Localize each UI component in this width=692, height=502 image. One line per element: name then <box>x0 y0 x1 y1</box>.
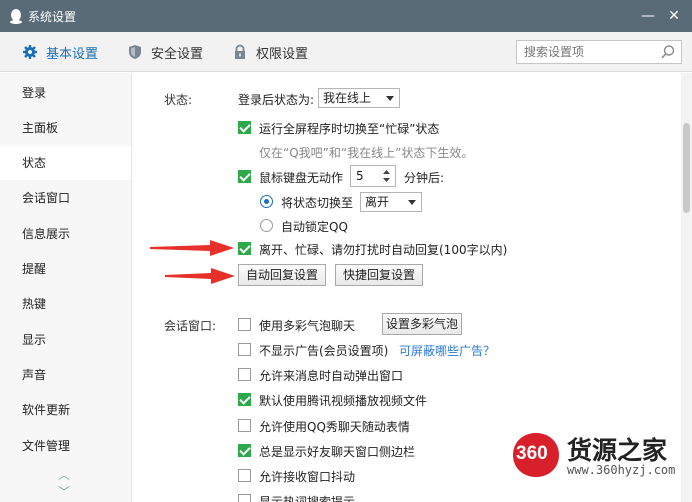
watermark-brand: 货源之家 <box>567 436 668 465</box>
auto-lock-radio[interactable] <box>260 219 273 232</box>
hide-ads-checkbox[interactable] <box>238 343 251 356</box>
multicolor-bubble-label: 使用多彩气泡聊天 <box>259 319 356 333</box>
minimize-button[interactable]: — <box>638 6 658 26</box>
popup-on-message-checkbox[interactable] <box>238 368 251 381</box>
sidebar-item-reminders[interactable]: 提醒 <box>0 252 131 286</box>
qq-penguin-icon <box>10 9 22 24</box>
tab-security-settings[interactable]: 安全设置 <box>127 32 203 72</box>
tab-permission-settings[interactable]: 权限设置 <box>232 32 308 72</box>
sidebar-item-file-management[interactable]: 文件管理 <box>0 429 131 463</box>
sidebar-item-chat-window[interactable]: 会话窗口 <box>0 181 131 215</box>
tab-label: 安全设置 <box>151 46 204 62</box>
login-status-value: 我在线上 <box>323 91 372 105</box>
qq-show-label: 允许使用QQ秀聊天随动表情 <box>259 420 410 434</box>
chat-window-section-label: 会话窗口: <box>164 319 217 333</box>
sidebar-item-software-update[interactable]: 软件更新 <box>0 393 131 427</box>
window-shake-label: 允许接收窗口抖动 <box>259 470 356 484</box>
tab-label: 权限设置 <box>256 46 309 62</box>
sidebar-item-sound[interactable]: 声音 <box>0 358 131 392</box>
sidebar-always-checkbox[interactable] <box>238 444 251 457</box>
fullscreen-busy-note: 仅在“Q我吧”和“我在线上”状态下生效。 <box>259 146 474 160</box>
switch-status-label: 将状态切换至 <box>281 196 354 210</box>
close-button[interactable]: ✕ <box>664 6 684 26</box>
login-status-select[interactable]: 我在线上 <box>318 88 400 108</box>
tencent-video-checkbox[interactable] <box>238 393 251 406</box>
sidebar: 登录 主面板 状态 会话窗口 信息展示 提醒 热键 显示 声音 软件更新 文件管… <box>0 73 132 502</box>
top-navigation: 基本设置 安全设置 权限设置 <box>0 32 692 72</box>
sidebar-item-login[interactable]: 登录 <box>0 76 131 110</box>
idle-minutes-suffix: 分钟后: <box>404 171 445 185</box>
watermark-url: www.360hyzj.com <box>567 463 676 477</box>
login-status-label: 登录后状态为: <box>238 93 315 107</box>
hide-ads-label: 不显示广告(会员设置项) <box>259 344 389 358</box>
idle-label: 鼠标键盘无动作 <box>259 171 344 185</box>
chevron-down-icon <box>386 96 394 101</box>
switch-status-radio[interactable] <box>260 195 273 208</box>
sidebar-item-hotkeys[interactable]: 热键 <box>0 287 131 321</box>
quick-reply-settings-button[interactable]: 快捷回复设置 <box>335 264 423 286</box>
window-title: 系统设置 <box>28 10 77 24</box>
auto-reply-label: 离开、忙碌、请勿打扰时自动回复(100字以内) <box>259 243 508 257</box>
sidebar-scroll-up-button[interactable]: ︿ <box>58 466 70 483</box>
sidebar-always-label: 总是显示好友聊天窗口侧边栏 <box>259 445 416 459</box>
idle-minutes-value: 5 <box>356 169 364 183</box>
red-arrow-icon <box>165 268 235 284</box>
red-arrow-icon <box>150 240 234 256</box>
fullscreen-busy-checkbox[interactable] <box>238 121 251 134</box>
idle-checkbox[interactable] <box>238 170 251 183</box>
sidebar-item-info-display[interactable]: 信息展示 <box>0 217 131 251</box>
multicolor-bubble-checkbox[interactable] <box>238 318 251 331</box>
switch-status-value: 离开 <box>365 195 390 209</box>
title-bar: 系统设置 — ✕ <box>0 0 692 32</box>
hot-words-label: 显示热词搜索提示 <box>259 495 356 502</box>
switch-status-select[interactable]: 离开 <box>360 192 422 212</box>
shield-icon <box>129 45 141 59</box>
multicolor-bubble-settings-button[interactable]: 设置多彩气泡 <box>382 313 462 335</box>
tab-label: 基本设置 <box>46 46 99 62</box>
auto-lock-label: 自动锁定QQ <box>281 220 348 234</box>
sidebar-item-main-panel[interactable]: 主面板 <box>0 111 131 145</box>
search-box[interactable] <box>516 40 682 64</box>
watermark-number: 360 <box>516 443 548 464</box>
stepper-arrows-icon[interactable] <box>382 168 391 184</box>
sidebar-item-display[interactable]: 显示 <box>0 323 131 357</box>
lock-icon <box>235 44 245 59</box>
tab-basic-settings[interactable]: 基本设置 <box>22 32 98 72</box>
chevron-down-icon <box>408 200 416 205</box>
search-icon[interactable] <box>660 44 676 60</box>
sidebar-scroll-down-button[interactable]: ﹀ <box>58 483 70 500</box>
auto-reply-checkbox[interactable] <box>238 242 251 255</box>
fullscreen-busy-label: 运行全屏程序时切换至“忙碌”状态 <box>259 122 440 136</box>
qq-show-checkbox[interactable] <box>238 419 251 432</box>
window-shake-checkbox[interactable] <box>238 469 251 482</box>
gear-icon <box>23 45 37 59</box>
idle-minutes-stepper[interactable]: 5 <box>350 165 396 187</box>
popup-on-message-label: 允许来消息时自动弹出窗口 <box>259 369 404 383</box>
hide-ads-link[interactable]: 可屏蔽哪些广告？ <box>399 342 495 359</box>
auto-reply-settings-button[interactable]: 自动回复设置 <box>238 264 326 286</box>
status-section-label: 状态: <box>164 93 193 107</box>
hot-words-checkbox[interactable] <box>238 494 251 502</box>
scrollbar-thumb[interactable] <box>683 123 690 213</box>
watermark: 360 货源之家 www.360hyzj.com <box>507 423 692 502</box>
search-input[interactable] <box>517 41 653 63</box>
sidebar-item-status[interactable]: 状态 <box>0 146 131 180</box>
tencent-video-label: 默认使用腾讯视频播放视频文件 <box>259 394 428 408</box>
